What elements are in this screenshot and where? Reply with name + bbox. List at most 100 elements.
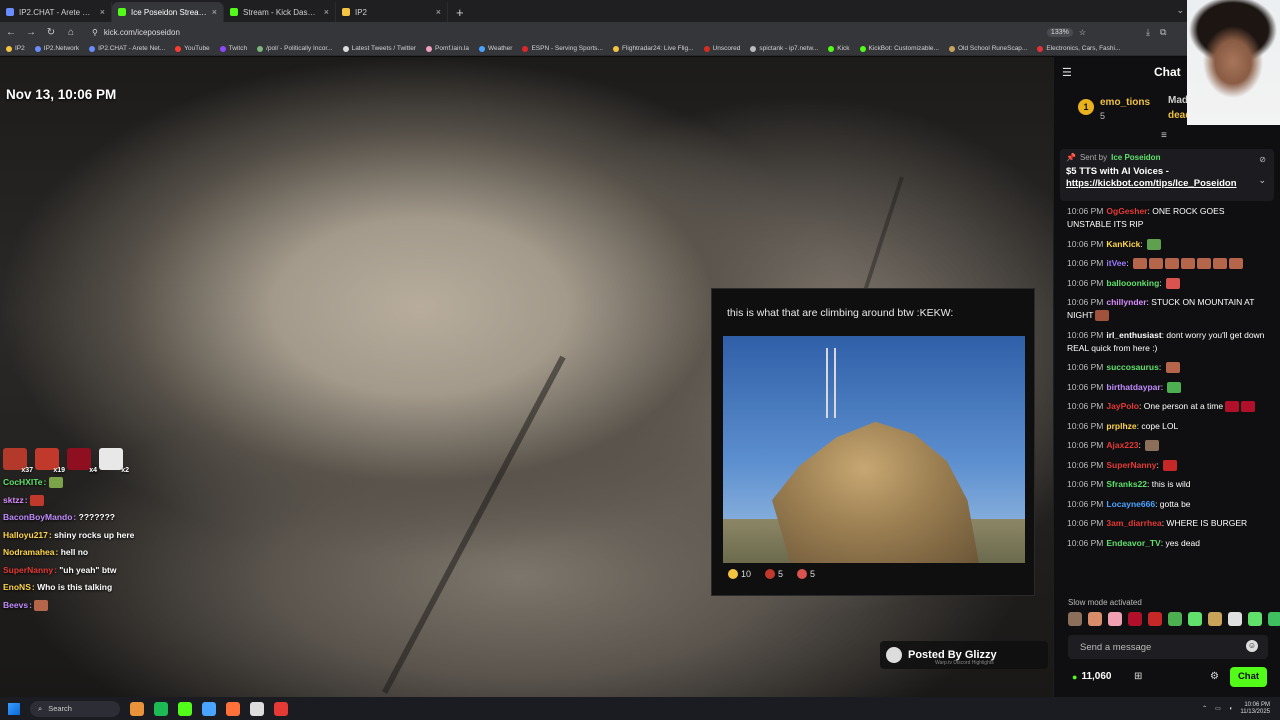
home-icon[interactable]: ⌂ bbox=[66, 27, 76, 38]
gift-icon[interactable]: ⊞ bbox=[1134, 671, 1142, 682]
site-info-icon[interactable]: ⚲ bbox=[92, 28, 98, 37]
chat-panel: ☰ Chat 1 emo_tions 5 MadR deadlift 1 ≡ 📌… bbox=[1053, 57, 1280, 697]
message-user[interactable]: Endeavor_TV bbox=[1106, 538, 1160, 548]
message-user[interactable]: chillynder bbox=[1106, 297, 1146, 307]
browser-tab[interactable]: Ice Poseidon Stream - Wat × bbox=[112, 2, 224, 22]
close-tab-icon[interactable]: × bbox=[324, 7, 329, 17]
download-icon[interactable]: ⤓ bbox=[1146, 27, 1150, 38]
message-user[interactable]: Ajax223 bbox=[1106, 440, 1138, 450]
quick-emote[interactable] bbox=[1068, 612, 1082, 626]
network-icon[interactable]: ▭ bbox=[1215, 705, 1221, 712]
close-tab-icon[interactable]: × bbox=[100, 7, 105, 17]
close-tab-icon[interactable]: × bbox=[212, 7, 217, 17]
bookmark-item[interactable]: ESPN - Serving Sports... bbox=[522, 45, 603, 52]
bookmark-item[interactable]: Kick bbox=[828, 45, 850, 52]
url-field[interactable]: ⚲ kick.com/iceposeidon 133% ☆ bbox=[86, 24, 1086, 40]
bookmark-item[interactable]: Pomf.lain.la bbox=[426, 45, 469, 52]
message-user[interactable]: ballooonking bbox=[1106, 278, 1159, 288]
emoji-picker-icon[interactable]: ☺ bbox=[1246, 640, 1258, 652]
tray-chevron-icon[interactable]: ⌃ bbox=[1202, 705, 1207, 712]
quick-emote[interactable] bbox=[1148, 612, 1162, 626]
bookmark-item[interactable]: spictank - ip7.netw... bbox=[750, 45, 818, 52]
message-user[interactable]: irl_enthusiast bbox=[1106, 330, 1161, 340]
collapse-chat-icon[interactable]: ☰ bbox=[1062, 66, 1074, 79]
new-tab-button[interactable]: + bbox=[448, 2, 472, 22]
message-user[interactable]: 3am_diarrhea bbox=[1106, 518, 1161, 528]
pinned-link[interactable]: https://kickbot.com/tips/Ice_Poseidon bbox=[1066, 178, 1237, 189]
reaction[interactable]: 5 bbox=[797, 569, 815, 579]
bookmark-item[interactable]: Old School RuneScap... bbox=[948, 45, 1027, 52]
close-tab-icon[interactable]: × bbox=[436, 7, 441, 17]
bookmark-item[interactable]: Latest Tweets / Twitter bbox=[342, 45, 416, 52]
windows-start-icon[interactable] bbox=[8, 702, 20, 715]
message-user[interactable]: Sfranks22 bbox=[1106, 479, 1147, 489]
message-user[interactable]: itVee bbox=[1106, 258, 1126, 268]
chat-emote bbox=[1164, 258, 1179, 270]
pinned-text: $5 TTS with AI Voices - bbox=[1066, 166, 1169, 177]
volume-icon[interactable]: ◖ bbox=[1229, 706, 1233, 712]
bookmark-item[interactable]: IP2.Network bbox=[34, 45, 79, 52]
zoom-badge[interactable]: 133% bbox=[1046, 27, 1073, 37]
bookmark-item[interactable]: IP2 bbox=[6, 45, 25, 52]
quick-emote[interactable] bbox=[1168, 612, 1182, 626]
message-user[interactable]: Locayne666 bbox=[1106, 499, 1155, 509]
taskbar-app-icon[interactable] bbox=[274, 701, 288, 716]
chat-input[interactable] bbox=[1068, 635, 1268, 659]
send-chat-button[interactable]: Chat bbox=[1230, 667, 1267, 687]
reload-icon[interactable]: ↻ bbox=[46, 27, 56, 38]
system-clock[interactable]: 10:06 PM 11/13/2025 bbox=[1240, 702, 1270, 716]
taskbar-app-icon[interactable] bbox=[154, 701, 168, 716]
points-display[interactable]: ● 11,060 bbox=[1072, 671, 1111, 682]
taskbar-app-icon[interactable] bbox=[250, 701, 264, 716]
tab-search-chevron-icon[interactable]: ⌄ bbox=[1176, 5, 1184, 16]
message-time: 10:06 PM bbox=[1067, 381, 1104, 392]
bookmark-item[interactable]: YouTube bbox=[175, 45, 210, 52]
quick-emote[interactable] bbox=[1268, 612, 1280, 626]
taskbar-app-icon[interactable] bbox=[130, 701, 144, 716]
chevron-down-icon[interactable]: ⌄ bbox=[1258, 175, 1266, 186]
reaction[interactable]: 10 bbox=[728, 569, 751, 579]
quick-emote[interactable] bbox=[1228, 612, 1242, 626]
quick-emote[interactable] bbox=[1088, 612, 1102, 626]
card-photo bbox=[723, 336, 1025, 563]
gear-icon[interactable]: ⚙ bbox=[1210, 671, 1219, 682]
taskbar-app-icon[interactable] bbox=[178, 701, 192, 716]
quick-emote[interactable] bbox=[1188, 612, 1202, 626]
quick-emote[interactable] bbox=[1208, 612, 1222, 626]
browser-tab[interactable]: IP2 × bbox=[336, 2, 448, 22]
taskbar-app-icon[interactable] bbox=[202, 701, 216, 716]
forward-icon[interactable]: → bbox=[26, 27, 36, 38]
bookmark-item[interactable]: Unscored bbox=[703, 45, 740, 52]
quick-emote[interactable] bbox=[1248, 612, 1262, 626]
bookmark-item[interactable]: Twitch bbox=[219, 45, 247, 52]
taskbar-search[interactable]: ⌕ Search bbox=[30, 700, 120, 717]
quick-emote[interactable] bbox=[1108, 612, 1122, 626]
quick-emote[interactable] bbox=[1128, 612, 1142, 626]
bookmark-item[interactable]: Weather bbox=[478, 45, 512, 52]
bookmark-label: IP2 bbox=[15, 45, 25, 52]
message-user[interactable]: succosaurus bbox=[1106, 362, 1158, 372]
unpin-icon[interactable]: ⊘ bbox=[1259, 155, 1266, 164]
message-user[interactable]: OgGesher bbox=[1106, 206, 1147, 216]
star-icon bbox=[728, 569, 738, 579]
reaction[interactable]: 5 bbox=[765, 569, 783, 579]
expand-leaderboard-icon[interactable]: ≡ bbox=[1161, 130, 1167, 141]
bookmark-item[interactable]: Flightradar24: Live Flig... bbox=[612, 45, 694, 52]
extensions-icon[interactable]: ⧉ bbox=[1160, 27, 1166, 38]
bookmark-label: Kick bbox=[837, 45, 850, 52]
bookmark-item[interactable]: /pol/ - Politically Incor... bbox=[257, 45, 333, 52]
overlay-chat-user: EnoNS bbox=[3, 582, 31, 592]
message-user[interactable]: KanKick bbox=[1106, 239, 1140, 249]
browser-tab[interactable]: IP2.CHAT - Arete Network × bbox=[0, 2, 112, 22]
bookmark-item[interactable]: Electronics, Cars, Fashi... bbox=[1037, 45, 1120, 52]
message-user[interactable]: prplhze bbox=[1106, 421, 1136, 431]
bookmark-star-icon[interactable]: ☆ bbox=[1079, 28, 1086, 37]
message-user[interactable]: birthatdaypar bbox=[1106, 382, 1160, 392]
bookmark-item[interactable]: IP2.CHAT - Arete Net... bbox=[89, 45, 165, 52]
message-user[interactable]: JayPolo bbox=[1106, 401, 1139, 411]
message-user[interactable]: SuperNanny bbox=[1106, 460, 1156, 470]
bookmark-item[interactable]: KickBot: Customizable... bbox=[859, 45, 939, 52]
taskbar-app-icon[interactable] bbox=[226, 701, 240, 716]
browser-tab[interactable]: Stream - Kick Dashboard × bbox=[224, 2, 336, 22]
back-icon[interactable]: ← bbox=[6, 27, 16, 38]
